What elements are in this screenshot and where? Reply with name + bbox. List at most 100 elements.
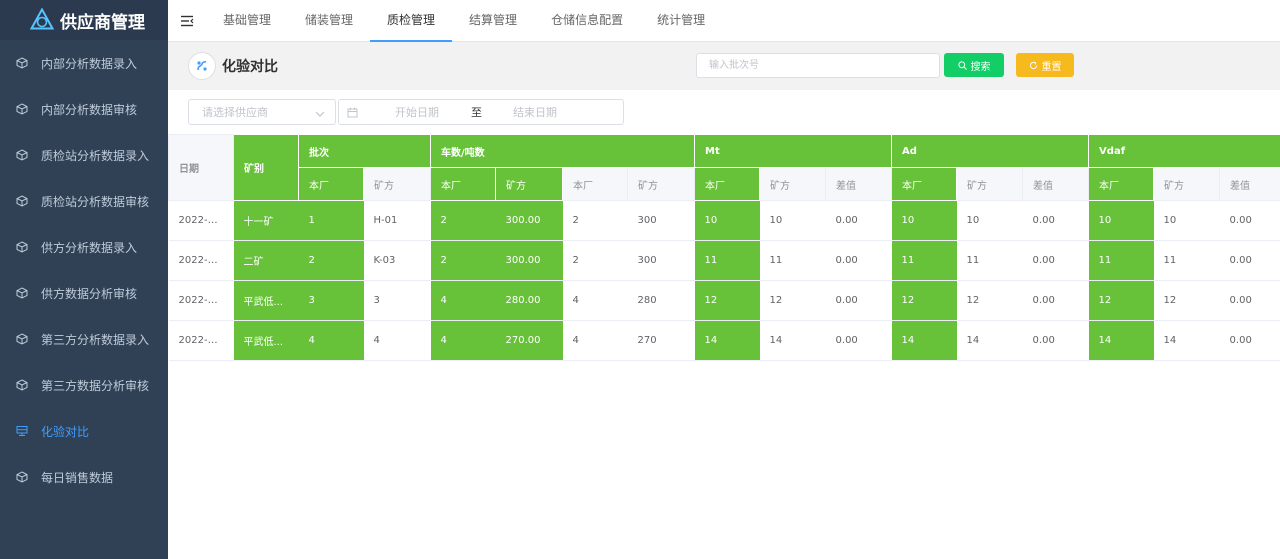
filter-bar: 请选择供应商 开始日期 至 结束日期 xyxy=(168,90,1280,134)
logo: 供应商管理 xyxy=(0,0,168,40)
col-group-vdaf: Vdaf xyxy=(1088,134,1280,168)
cell-tons-factory: 2 xyxy=(562,240,628,281)
cell-tons-factory: 2 xyxy=(562,200,628,241)
table-row[interactable]: 2022-03... 平武低... 4 4 4 270.00 4 270 14 … xyxy=(168,320,1280,361)
cell-mt-mine: 12 xyxy=(759,280,826,321)
cell-vdaf-mine: 10 xyxy=(1153,200,1220,241)
table-row[interactable]: 2022-03... 十一矿 1 H-01 2 300.00 2 300 10 … xyxy=(168,200,1280,241)
sidebar-item-assay-compare[interactable]: 化验对比 xyxy=(0,408,168,454)
sidebar-item-station-entry[interactable]: 质检站分析数据录入 xyxy=(0,132,168,178)
cell-vdaf-mine: 12 xyxy=(1153,280,1220,321)
cube-icon xyxy=(16,57,28,69)
sidebar-item-internal-review[interactable]: 内部分析数据审核 xyxy=(0,86,168,132)
cell-tons-mine: 280 xyxy=(627,280,695,321)
cell-ad-diff: 0.00 xyxy=(1022,200,1089,241)
sidebar-item-supplier-review[interactable]: 供方数据分析审核 xyxy=(0,270,168,316)
cell-ad-factory: 11 xyxy=(891,240,957,281)
sidebar-item-third-party-entry[interactable]: 第三方分析数据录入 xyxy=(0,316,168,362)
cell-mt-diff: 0.00 xyxy=(825,320,892,361)
cell-tons-mine: 300 xyxy=(627,200,695,241)
col-header-vdaf-mine: 矿方 xyxy=(1153,167,1221,201)
cell-ad-mine: 12 xyxy=(956,280,1023,321)
tab-warehouse-config[interactable]: 仓储信息配置 xyxy=(534,0,640,42)
supplier-select[interactable]: 请选择供应商 xyxy=(188,99,336,125)
sidebar-item-internal-entry[interactable]: 内部分析数据录入 xyxy=(0,40,168,86)
cell-ad-mine: 10 xyxy=(956,200,1023,241)
col-group-mt: Mt xyxy=(694,134,893,168)
cell-vdaf-diff: 0.00 xyxy=(1219,200,1280,241)
cube-icon xyxy=(16,103,28,115)
sidebar-item-label: 内部分析数据审核 xyxy=(41,102,138,117)
cube-icon xyxy=(16,195,28,207)
sidebar-item-station-review[interactable]: 质检站分析数据审核 xyxy=(0,178,168,224)
cell-ad-mine: 14 xyxy=(956,320,1023,361)
cell-mine: 平武低... xyxy=(233,320,299,361)
cell-cars-mine: 270.00 xyxy=(495,320,563,361)
cell-batch-mine: H-01 xyxy=(363,200,431,241)
cube-icon xyxy=(16,241,28,253)
table-row[interactable]: 2022-03... 平武低... 3 3 4 280.00 4 280 12 … xyxy=(168,280,1280,321)
hamburger-icon[interactable] xyxy=(168,0,206,42)
cell-vdaf-diff: 0.00 xyxy=(1219,240,1280,281)
cell-vdaf-factory: 12 xyxy=(1088,280,1154,321)
cube-icon xyxy=(16,149,28,161)
cell-batch-mine: K-03 xyxy=(363,240,431,281)
reset-button-label: 重置 xyxy=(1041,61,1062,73)
content-area xyxy=(168,362,1280,559)
start-date-input[interactable]: 开始日期 xyxy=(395,104,439,120)
sidebar-item-label: 每日销售数据 xyxy=(41,470,114,485)
monitor-icon xyxy=(16,425,28,437)
top-tabs: 基础管理 储装管理 质检管理 结算管理 仓储信息配置 统计管理 xyxy=(206,0,722,42)
sidebar-item-label: 第三方分析数据录入 xyxy=(41,332,150,347)
col-header-cars-factory: 本厂 xyxy=(430,167,496,201)
col-group-cars-tons: 车数/吨数 xyxy=(429,134,696,168)
cell-mt-factory: 10 xyxy=(694,200,760,241)
sidebar-item-daily-sales[interactable]: 每日销售数据 xyxy=(0,454,168,500)
date-range-picker[interactable]: 开始日期 至 结束日期 xyxy=(338,99,624,125)
sidebar-item-label: 化验对比 xyxy=(41,424,90,439)
col-header-ad-diff: 差值 xyxy=(1022,167,1090,201)
cell-ad-diff: 0.00 xyxy=(1022,240,1089,281)
reset-button[interactable]: 重置 xyxy=(1016,53,1074,77)
col-header-mt-factory: 本厂 xyxy=(694,167,761,201)
tab-storage[interactable]: 储装管理 xyxy=(288,0,370,42)
cell-batch-mine: 4 xyxy=(363,320,431,361)
cell-batch-mine: 3 xyxy=(363,280,431,321)
sidebar-item-label: 供方数据分析审核 xyxy=(41,286,138,301)
sidebar-item-third-party-review[interactable]: 第三方数据分析审核 xyxy=(0,362,168,408)
col-header-batch-mine: 矿方 xyxy=(363,167,431,201)
sidebar: 供应商管理 内部分析数据录入 内部分析数据审核 质检站分析数据录入 质检站分析数… xyxy=(0,0,168,559)
cell-mine: 十一矿 xyxy=(233,200,299,241)
cell-mt-factory: 11 xyxy=(694,240,760,281)
cell-vdaf-diff: 0.00 xyxy=(1219,280,1280,321)
sidebar-item-supplier-entry[interactable]: 供方分析数据录入 xyxy=(0,224,168,270)
end-date-input[interactable]: 结束日期 xyxy=(513,104,557,120)
app-title: 供应商管理 xyxy=(60,12,145,33)
tab-statistics[interactable]: 统计管理 xyxy=(640,0,722,42)
col-header-ad-factory: 本厂 xyxy=(891,167,958,201)
cell-vdaf-diff: 0.00 xyxy=(1219,320,1280,361)
col-header-vdaf-diff: 差值 xyxy=(1219,167,1280,201)
tab-settlement[interactable]: 结算管理 xyxy=(452,0,534,42)
col-header-vdaf-factory: 本厂 xyxy=(1088,167,1155,201)
cell-batch-factory: 4 xyxy=(298,320,364,361)
cell-tons-factory: 4 xyxy=(562,280,628,321)
col-group-batch: 批次 xyxy=(298,134,431,168)
tab-quality[interactable]: 质检管理 xyxy=(370,0,453,42)
sidebar-item-label: 内部分析数据录入 xyxy=(41,56,138,71)
batch-search-input[interactable] xyxy=(696,53,940,78)
cell-mt-factory: 14 xyxy=(694,320,760,361)
cell-tons-mine: 270 xyxy=(627,320,695,361)
calendar-icon xyxy=(347,107,358,118)
cube-icon xyxy=(16,379,28,391)
table-row[interactable]: 2022-03... 二矿 2 K-03 2 300.00 2 300 11 1… xyxy=(168,240,1280,281)
search-button[interactable]: 搜索 xyxy=(944,53,1004,77)
cell-date: 2022-03... xyxy=(168,280,234,321)
cell-mine: 平武低... xyxy=(233,280,299,321)
tab-basic[interactable]: 基础管理 xyxy=(206,0,288,42)
cell-cars-factory: 2 xyxy=(430,200,496,241)
cell-mt-factory: 12 xyxy=(694,280,760,321)
cell-ad-factory: 10 xyxy=(891,200,957,241)
col-header-mt-diff: 差值 xyxy=(825,167,893,201)
range-separator: 至 xyxy=(471,106,482,119)
